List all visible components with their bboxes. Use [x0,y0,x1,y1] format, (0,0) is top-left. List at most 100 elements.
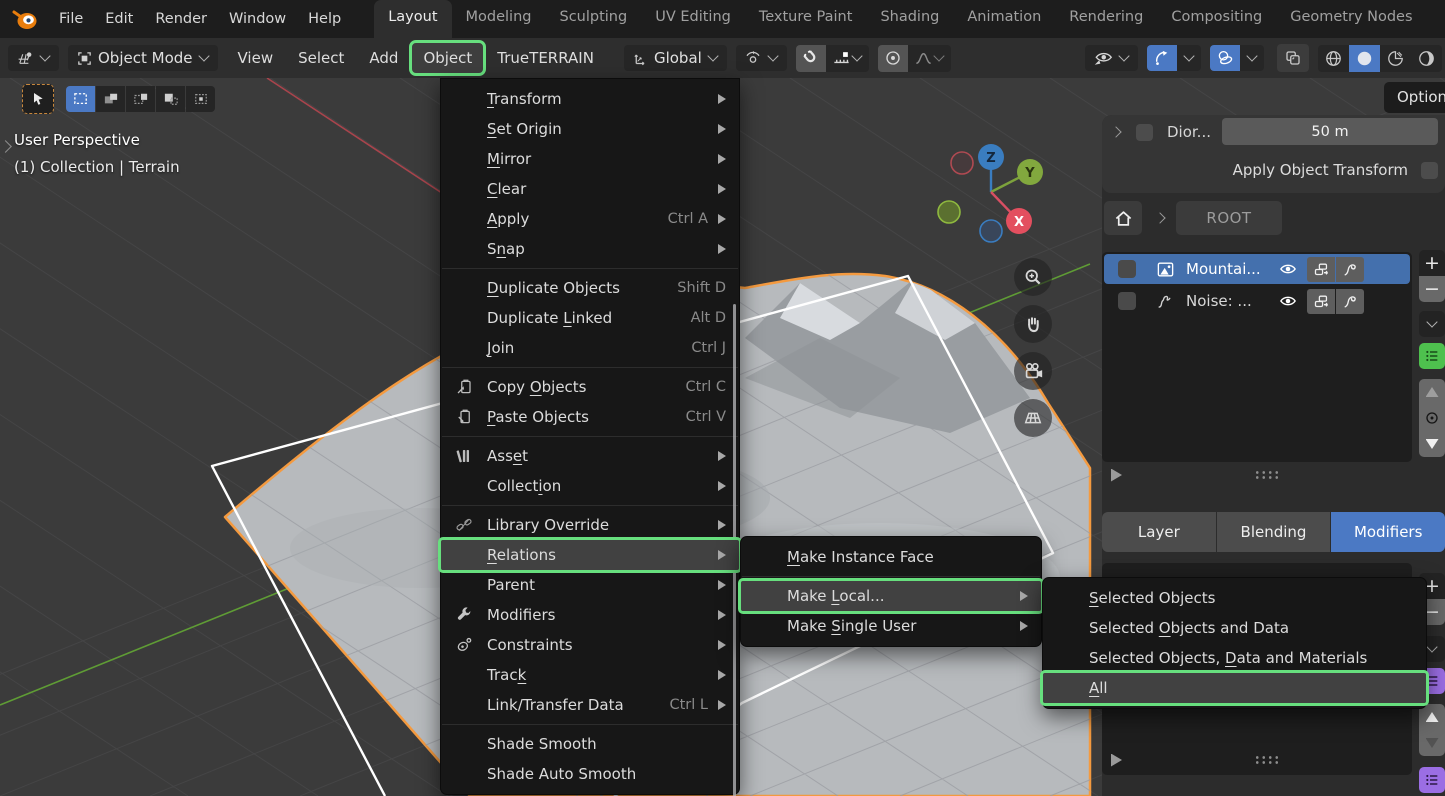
menu-item-parent[interactable]: Parent [441,570,739,600]
menu-item-all[interactable]: All [1043,673,1426,703]
menu-edit[interactable]: Edit [94,3,144,35]
toolbar-menu-trueterrain[interactable]: TrueTERRAIN [486,43,605,73]
menu-item-shade-auto-smooth[interactable]: Shade Auto Smooth [441,759,739,789]
mode-dropdown[interactable]: Object Mode [68,45,218,71]
zoom-button[interactable] [1014,258,1052,296]
workspace-tab-uv-editing[interactable]: UV Editing [641,0,745,38]
workspace-tab-texture-paint[interactable]: Texture Paint [745,0,867,38]
falloff-dropdown[interactable] [908,45,951,72]
list-menu-button[interactable] [1419,311,1445,337]
select-mode-new[interactable] [96,86,125,112]
snap-with-dropdown[interactable] [826,45,869,72]
filter-list-button[interactable] [1419,343,1445,369]
workspace-tab-shading[interactable]: Shading [866,0,953,38]
menu-help[interactable]: Help [297,3,352,35]
workspace-tab-compositing[interactable]: Compositing [1157,0,1276,38]
breadcrumb-root[interactable]: ROOT [1176,201,1282,235]
menu-item-snap[interactable]: Snap [441,234,739,264]
overlays-dropdown[interactable] [1240,45,1264,71]
workspace-tab-animation[interactable]: Animation [953,0,1055,38]
show-overlays-toggle[interactable] [1210,45,1240,71]
property-value-slider[interactable]: 50 m [1222,118,1438,145]
wireframe-shading-button[interactable] [1318,45,1349,72]
menu-item-constraints[interactable]: Constraints [441,630,739,660]
panel-collapse-icon-2[interactable] [1111,754,1122,767]
menu-item-paste-objects[interactable]: Paste ObjectsCtrl V [441,402,739,432]
pivot-point-dropdown[interactable] [736,45,787,71]
isolate-button[interactable] [1419,405,1445,431]
orientation-dropdown[interactable]: Global [624,45,727,71]
snap-toggle[interactable] [796,45,826,72]
apply-transform-checkbox[interactable] [1421,162,1438,179]
menu-item-duplicate-linked[interactable]: Duplicate LinkedAlt D [441,303,739,333]
select-mode-extend[interactable] [126,86,155,112]
workspace-tab-rendering[interactable]: Rendering [1055,0,1157,38]
menu-item-relations[interactable]: Relations [441,540,739,570]
menu-item-link-transfer-data[interactable]: Link/Transfer DataCtrl L [441,690,739,720]
layer-row-noise[interactable]: Noise: ... [1104,286,1410,316]
move-down-button[interactable] [1419,431,1445,457]
menu-item-transform[interactable]: Transform [441,84,739,114]
menu-item-make-local[interactable]: Make Local... [741,581,1041,611]
resize-grip[interactable] [1254,470,1280,480]
gizmo-dropdown[interactable] [1177,45,1201,71]
camera-view-button[interactable] [1014,352,1052,390]
panel-collapse-icon[interactable] [1111,469,1122,482]
menu-item-join[interactable]: JoinCtrl J [441,333,739,363]
workspace-tab-geometry-nodes[interactable]: Geometry Nodes [1276,0,1426,38]
property-checkbox[interactable] [1136,124,1153,141]
material-shading-button[interactable] [1380,45,1411,72]
workspace-tab-sculpting[interactable]: Sculpting [545,0,641,38]
workspace-tab-modeling[interactable]: Modeling [452,0,546,38]
menu-item-duplicate-objects[interactable]: Duplicate ObjectsShift D [441,273,739,303]
toolbar-menu-object[interactable]: Object [412,43,483,73]
pan-hand-button[interactable] [1014,305,1052,343]
options-button[interactable]: Options [1384,82,1445,113]
select-mode-tweak[interactable] [66,86,95,112]
layer-checkbox[interactable] [1118,292,1136,310]
move-up-button[interactable] [1419,379,1445,405]
menu-item-selected-objects[interactable]: Selected Objects [1043,583,1426,613]
menu-item-make-single-user[interactable]: Make Single User [741,611,1041,641]
layer-noodle-button[interactable] [1336,257,1364,282]
layer-checkbox[interactable] [1118,260,1136,278]
menu-file[interactable]: File [48,3,94,35]
modifier-extra-button[interactable] [1419,767,1445,793]
menu-item-mirror[interactable]: Mirror [441,144,739,174]
select-mode-intersect[interactable] [186,86,215,112]
editor-type-dropdown[interactable] [8,45,59,71]
menu-item-make-instance-face[interactable]: Make Instance Face [741,542,1041,572]
resize-grip-2[interactable] [1254,755,1280,765]
solid-shading-button[interactable] [1349,45,1380,72]
menu-item-selected-objects-and-data[interactable]: Selected Objects and Data [1043,613,1426,643]
proportional-edit-toggle[interactable] [878,45,908,72]
menu-item-asset[interactable]: Asset [441,441,739,471]
navigation-gizmo[interactable]: Z Y X [935,140,1055,250]
layer-extract-button[interactable] [1307,257,1335,282]
menu-item-apply[interactable]: ApplyCtrl A [441,204,739,234]
xray-toggle[interactable] [1277,44,1309,72]
toolbar-menu-view[interactable]: View [227,43,285,73]
home-button[interactable] [1104,201,1142,235]
sidebar-tab-modifiers[interactable]: Modifiers [1331,512,1445,552]
menu-item-modifiers[interactable]: Modifiers [441,600,739,630]
menu-item-copy-objects[interactable]: Copy ObjectsCtrl C [441,372,739,402]
toggle-grid-button[interactable] [1014,399,1052,437]
menu-item-clear[interactable]: Clear [441,174,739,204]
expand-chevron-icon[interactable] [1110,126,1121,137]
toolbar-menu-select[interactable]: Select [287,43,355,73]
visibility-eye-icon[interactable] [1278,292,1298,310]
menu-item-selected-objects-data-and-materials[interactable]: Selected Objects, Data and Materials [1043,643,1426,673]
modifier-down-button[interactable] [1419,730,1445,756]
select-tool-button[interactable] [22,84,54,114]
sidebar-tab-layer[interactable]: Layer [1102,512,1216,552]
toolbar-menu-add[interactable]: Add [358,43,409,73]
menu-item-library-override[interactable]: Library Override [441,510,739,540]
visibility-eye-icon[interactable] [1278,260,1298,278]
menu-window[interactable]: Window [218,3,297,35]
show-gizmo-toggle[interactable] [1147,45,1177,71]
menu-item-shade-smooth[interactable]: Shade Smooth [441,729,739,759]
select-mode-subtract[interactable] [156,86,185,112]
remove-item-button[interactable]: − [1419,276,1445,302]
menu-item-set-origin[interactable]: Set Origin [441,114,739,144]
